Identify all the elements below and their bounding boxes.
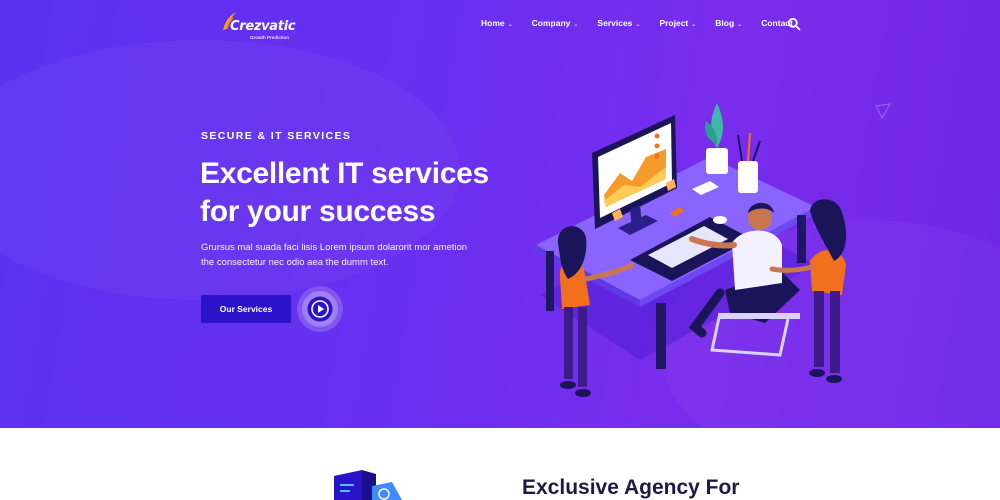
brand-logo[interactable]: Crezvatic Growth Prediction (220, 10, 300, 44)
hero-description-line: the consectetur nec odio aea the dumm te… (201, 257, 389, 268)
chevron-down-icon: ⌄ (635, 21, 641, 28)
nav-item-blog[interactable]: Blog ⌄ (715, 18, 742, 28)
it-team-illustration (536, 103, 847, 397)
hero-headline-line: Excellent IT services (200, 157, 489, 190)
hero-description-line: Grursus mal suada faci lisis Lorem ipsum… (201, 242, 468, 253)
brand-name: Crezvatic (230, 19, 296, 34)
nav-item-label: Blog (715, 18, 735, 28)
top-navigation: Crezvatic Growth Prediction Home ⌄ Compa… (0, 0, 1000, 50)
our-services-button[interactable]: Our Services (201, 295, 291, 323)
hero-headline: Excellent IT services for your success (200, 155, 530, 231)
chevron-down-icon: ⌄ (507, 21, 513, 28)
nav-item-services[interactable]: Services ⌄ (597, 18, 640, 28)
play-video-button[interactable] (296, 285, 344, 333)
main-menu: Home ⌄ Company ⌄ Services ⌄ Project ⌄ Bl… (481, 18, 812, 28)
about-section (0, 428, 1000, 500)
nav-item-company[interactable]: Company ⌄ (532, 18, 579, 28)
nav-item-label: Home (481, 18, 505, 28)
brand-tagline: Growth Prediction (250, 35, 290, 40)
nav-item-project[interactable]: Project ⌄ (659, 18, 696, 28)
triangle-decoration-icon (875, 103, 892, 120)
hero-eyebrow: SECURE & IT SERVICES (201, 130, 352, 142)
section-title: Exclusive Agency For (522, 476, 740, 499)
chevron-down-icon: ⌄ (737, 21, 743, 28)
chevron-down-icon: ⌄ (573, 21, 579, 28)
nav-item-label: Company (531, 18, 571, 28)
search-icon[interactable] (787, 17, 801, 31)
hero-section: Crezvatic Growth Prediction Home ⌄ Compa… (0, 0, 1000, 428)
about-section-graphic (334, 470, 402, 500)
hero-headline-line: for your success (200, 195, 436, 228)
nav-item-label: Project (659, 18, 689, 28)
nav-item-home[interactable]: Home ⌄ (481, 18, 513, 28)
nav-item-label: Services (597, 18, 633, 28)
hero-description: Grursus mal suada faci lisis Lorem ipsum… (201, 240, 501, 270)
chevron-down-icon: ⌄ (691, 21, 697, 28)
